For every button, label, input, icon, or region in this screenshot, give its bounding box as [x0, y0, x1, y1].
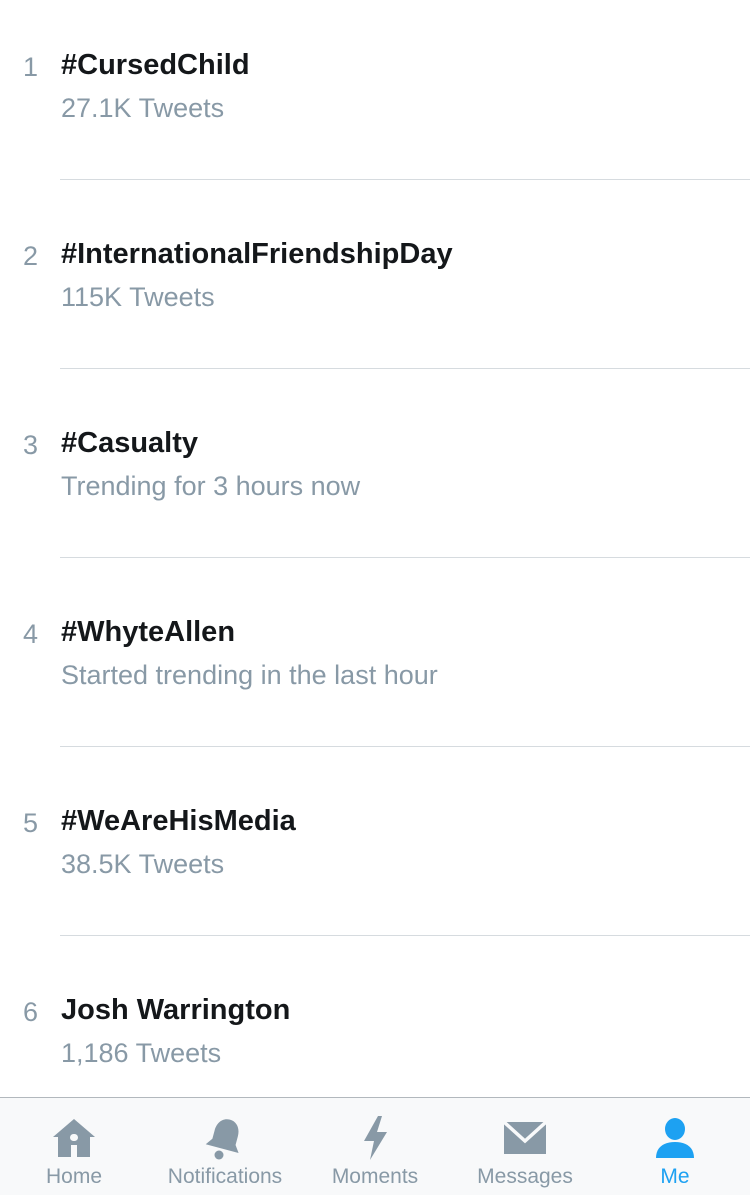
trend-item[interactable]: 1 #CursedChild 27.1K Tweets: [0, 0, 750, 189]
trend-meta: Started trending in the last hour: [61, 660, 438, 690]
trend-rank: 4: [23, 619, 39, 649]
trend-item[interactable]: 4 #WhyteAllen Started trending in the la…: [0, 567, 750, 756]
tab-label: Me: [660, 1165, 690, 1188]
tab-label: Moments: [331, 1165, 419, 1188]
trends-list[interactable]: 1 #CursedChild 27.1K Tweets 2 #Internati…: [0, 0, 750, 1097]
envelope-icon: [502, 1115, 548, 1161]
trend-meta: 115K Tweets: [61, 282, 215, 312]
trend-rank: 3: [23, 430, 39, 460]
trend-name: #CursedChild: [61, 49, 250, 81]
divider: [60, 935, 750, 936]
divider: [60, 179, 750, 180]
divider: [60, 368, 750, 369]
tab-label: Home: [45, 1165, 103, 1188]
trend-rank: 2: [23, 241, 39, 271]
bottom-tab-bar: Home Notifications Moments Messages Me: [0, 1097, 750, 1195]
trend-rank: 5: [23, 808, 39, 838]
tab-me[interactable]: Me: [620, 1098, 730, 1195]
tab-moments[interactable]: Moments: [315, 1098, 435, 1195]
tab-notifications[interactable]: Notifications: [155, 1098, 295, 1195]
trend-item[interactable]: 5 #WeAreHisMedia 38.5K Tweets: [0, 756, 750, 945]
trend-item[interactable]: 3 #Casualty Trending for 3 hours now: [0, 378, 750, 567]
divider: [60, 746, 750, 747]
tab-messages[interactable]: Messages: [460, 1098, 590, 1195]
person-icon: [652, 1115, 698, 1161]
bell-icon: [202, 1115, 248, 1161]
trend-meta: 38.5K Tweets: [61, 849, 225, 879]
divider: [60, 557, 750, 558]
trends-screen: 1 #CursedChild 27.1K Tweets 2 #Internati…: [0, 0, 750, 1195]
tab-label: Notifications: [167, 1165, 283, 1188]
trend-name: #InternationalFriendshipDay: [61, 238, 453, 270]
trend-name: #Casualty: [61, 427, 199, 459]
trend-meta: 1,186 Tweets: [61, 1038, 222, 1068]
trend-name: #WeAreHisMedia: [61, 805, 296, 837]
home-icon: [51, 1115, 97, 1161]
trend-meta: Trending for 3 hours now: [61, 471, 361, 501]
tab-home[interactable]: Home: [14, 1098, 134, 1195]
trend-name: #WhyteAllen: [61, 616, 236, 648]
trend-rank: 6: [23, 997, 39, 1027]
trend-name: Josh Warrington: [61, 994, 291, 1026]
tab-label: Messages: [477, 1165, 573, 1188]
trend-item[interactable]: 2 #InternationalFriendshipDay 115K Tweet…: [0, 189, 750, 378]
trend-meta: 27.1K Tweets: [61, 93, 225, 123]
trend-item[interactable]: 6 Josh Warrington 1,186 Tweets: [0, 945, 750, 1097]
trend-rank: 1: [23, 52, 39, 82]
lightning-icon: [352, 1115, 398, 1161]
